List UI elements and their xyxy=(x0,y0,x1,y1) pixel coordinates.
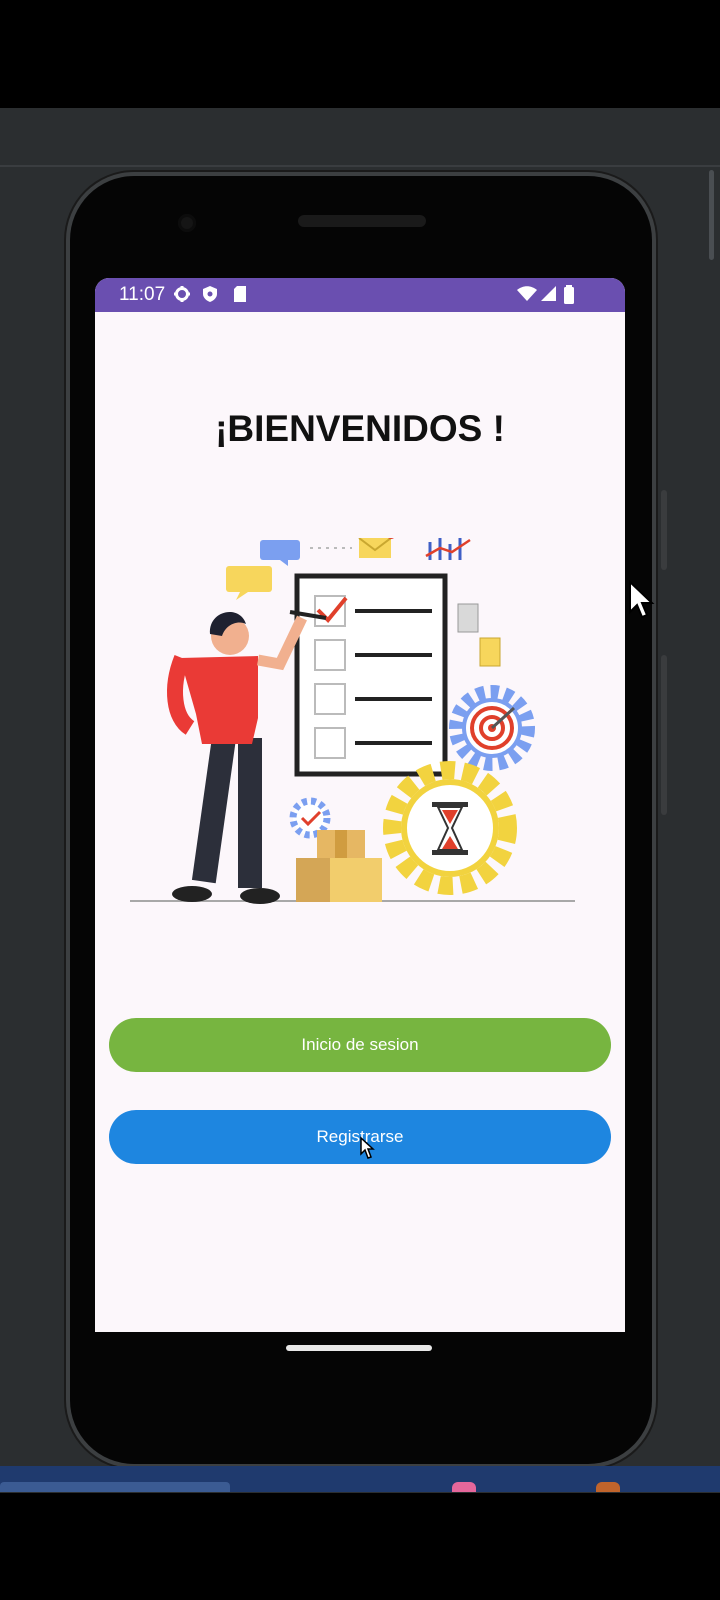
power-button[interactable] xyxy=(661,490,667,570)
login-button[interactable]: Inicio de sesion xyxy=(109,1018,611,1072)
speaker-grille xyxy=(298,215,426,227)
gear-icon xyxy=(173,285,191,309)
register-button[interactable]: Registrarse xyxy=(109,1110,611,1164)
email-icon xyxy=(358,538,394,558)
signal-icon xyxy=(540,285,556,309)
chart-icon xyxy=(425,538,471,560)
front-camera xyxy=(178,214,196,232)
check-gear-icon xyxy=(289,797,331,839)
taskbar-app-icon[interactable] xyxy=(596,1482,620,1492)
battery-icon xyxy=(563,285,575,311)
hourglass-gear-icon xyxy=(383,761,517,895)
boxes-icon xyxy=(296,830,382,902)
chat-bubble-icon xyxy=(226,540,300,600)
home-indicator[interactable] xyxy=(286,1345,432,1351)
target-gear-icon xyxy=(449,685,535,771)
app-screen: 11:07 ¡BIENVENIDOS ! Inicio de sesion Re… xyxy=(95,278,625,1332)
scrollbar[interactable] xyxy=(709,170,714,260)
shield-icon xyxy=(202,285,218,309)
divider xyxy=(0,165,720,167)
wifi-icon xyxy=(517,285,537,309)
taskbar-app-icon[interactable] xyxy=(452,1482,476,1492)
checklist-illustration xyxy=(130,538,575,904)
sim-card-icon xyxy=(233,285,247,309)
status-time: 11:07 xyxy=(119,284,166,305)
welcome-title: ¡BIENVENIDOS ! xyxy=(215,408,505,449)
checklist-icon xyxy=(294,573,448,777)
taskbar-app[interactable] xyxy=(0,1482,230,1492)
status-bar: 11:07 xyxy=(95,278,625,312)
volume-button[interactable] xyxy=(661,655,667,815)
